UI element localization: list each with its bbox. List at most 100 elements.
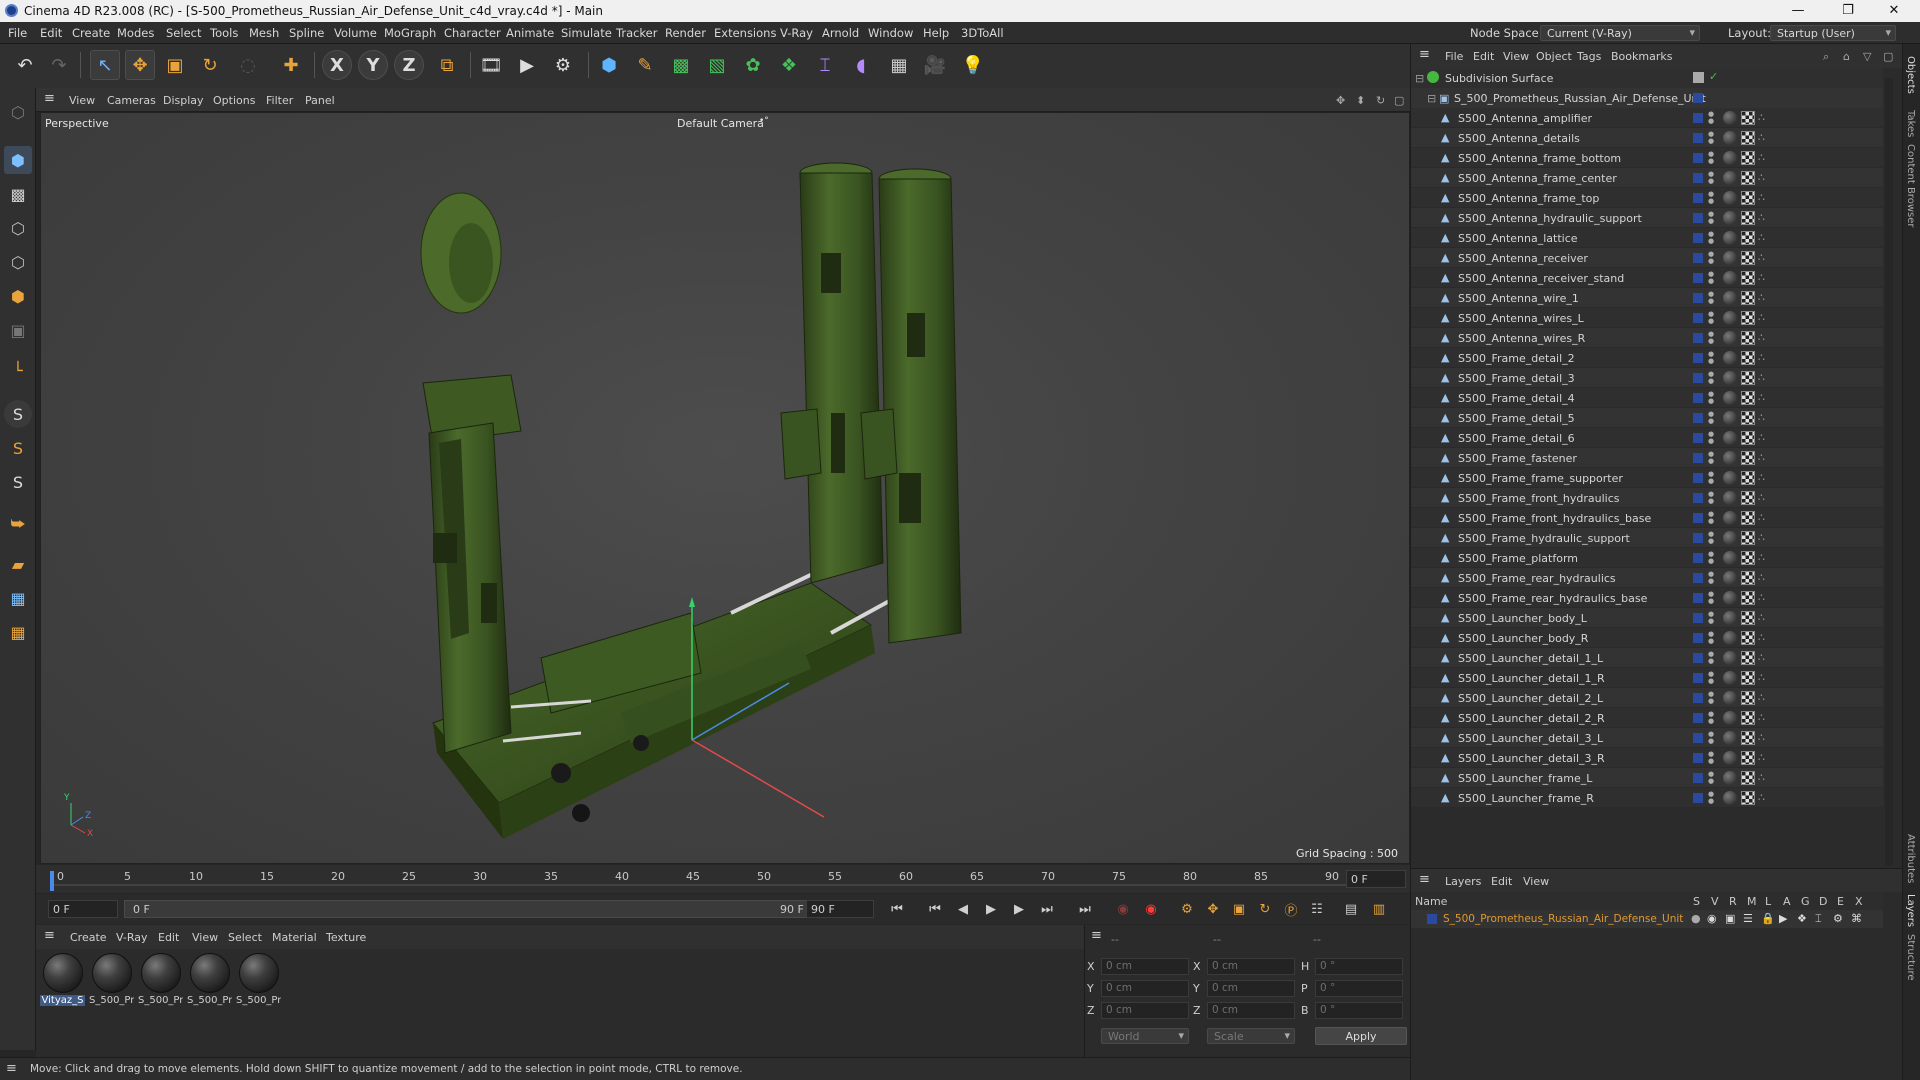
viewport-menu-view[interactable]: View [69, 94, 95, 107]
layer-solo-icon[interactable]: ● [1691, 912, 1701, 925]
vray-tag-icon[interactable]: ∴ [1758, 251, 1770, 265]
object-row[interactable]: ▲ S500_Frame_platform ● ● ∴ [1411, 548, 1883, 568]
uvw-tag-icon[interactable] [1741, 731, 1755, 745]
coord-rot-p-field[interactable]: 0 ° [1315, 980, 1403, 997]
object-row[interactable]: ▲ S500_Frame_fastener ● ● ∴ [1411, 448, 1883, 468]
visibility-dots-icon[interactable]: ● ● [1708, 551, 1714, 565]
vray-tag-icon[interactable]: ∴ [1758, 311, 1770, 325]
visibility-dots-icon[interactable]: ● ● [1708, 611, 1714, 625]
visibility-dots-icon[interactable]: ● ● [1708, 591, 1714, 605]
vray-tag-icon[interactable]: ∴ [1758, 211, 1770, 225]
light-icon[interactable]: 💡 [958, 50, 988, 80]
menu-3dtoall[interactable]: 3DToAll [961, 26, 1004, 40]
material-tag-icon[interactable] [1723, 451, 1737, 465]
camera-icon[interactable]: 🎥 [920, 50, 950, 80]
material-menu-create[interactable]: Create [70, 931, 107, 944]
go-to-start-icon[interactable]: ⏮ [886, 899, 908, 919]
layer-color-swatch[interactable] [1693, 213, 1703, 223]
layer-color-swatch[interactable] [1427, 914, 1437, 924]
menu-window[interactable]: Window [868, 26, 913, 40]
visibility-dots-icon[interactable]: ● ● [1708, 531, 1714, 545]
vray-tag-icon[interactable]: ∴ [1758, 271, 1770, 285]
material-tag-icon[interactable] [1723, 751, 1737, 765]
material-tag-icon[interactable] [1723, 271, 1737, 285]
material-tag-icon[interactable] [1723, 471, 1737, 485]
visibility-dots-icon[interactable]: ● ● [1708, 491, 1714, 505]
visibility-dots-icon[interactable]: ● ● [1708, 451, 1714, 465]
coord-pos-x-field[interactable]: 0 cm [1101, 958, 1189, 975]
end-frame-field[interactable]: 90 F [806, 900, 874, 918]
material-tag-icon[interactable] [1723, 711, 1737, 725]
material-swatch[interactable]: Vityaz_S [40, 953, 85, 1006]
make-editable-icon[interactable]: ⬡ [4, 98, 32, 126]
points-mode-icon[interactable]: ⬡ [4, 214, 32, 242]
redo-icon[interactable]: ↷ [44, 50, 74, 80]
vray-tag-icon[interactable]: ∴ [1758, 731, 1770, 745]
uvw-tag-icon[interactable] [1741, 251, 1755, 265]
material-tag-icon[interactable] [1723, 671, 1737, 685]
vray-tag-icon[interactable]: ∴ [1758, 391, 1770, 405]
maximize-button[interactable]: ❐ [1826, 1, 1870, 21]
y-axis-icon[interactable]: Y [358, 50, 388, 80]
menu-mesh[interactable]: Mesh [249, 26, 279, 40]
layer-color-swatch[interactable] [1693, 713, 1703, 723]
tab-layers[interactable]: Layers [1905, 894, 1916, 927]
node-space-dropdown[interactable]: Current (V-Ray) [1540, 25, 1700, 41]
layer-menu-layers[interactable]: Layers [1445, 875, 1481, 888]
vray-tag-icon[interactable]: ∴ [1758, 451, 1770, 465]
snap-settings-icon[interactable]: S [4, 434, 32, 462]
object-row[interactable]: ▲ S500_Frame_front_hydraulics_base ● ● ∴ [1411, 508, 1883, 528]
scale-icon[interactable]: ▣ [160, 50, 190, 80]
go-to-end-icon[interactable]: ⏭ [1074, 899, 1096, 919]
coord-pos-z-field[interactable]: 0 cm [1101, 1002, 1189, 1019]
vray-tag-icon[interactable]: ∴ [1758, 431, 1770, 445]
menu-character[interactable]: Character [444, 26, 501, 40]
object-row[interactable]: ▲ S500_Antenna_wire_1 ● ● ∴ [1411, 288, 1883, 308]
key-scale-icon[interactable]: ▣ [1228, 899, 1250, 919]
autokey-icon[interactable]: ◉ [1140, 899, 1162, 919]
material-tag-icon[interactable] [1723, 491, 1737, 505]
viewport-menu-panel[interactable]: Panel [305, 94, 335, 107]
uvw-tag-icon[interactable] [1741, 351, 1755, 365]
material-tag-icon[interactable] [1723, 131, 1737, 145]
vray-tag-icon[interactable]: ∴ [1758, 151, 1770, 165]
object-row[interactable]: ▲ S500_Antenna_frame_bottom ● ● ∴ [1411, 148, 1883, 168]
vray-tag-icon[interactable]: ∴ [1758, 571, 1770, 585]
object-row[interactable]: ▲ S500_Launcher_body_L ● ● ∴ [1411, 608, 1883, 628]
uvw-tag-icon[interactable] [1741, 511, 1755, 525]
vray-tag-icon[interactable]: ∴ [1758, 191, 1770, 205]
layer-color-swatch[interactable] [1693, 493, 1703, 503]
render-region-icon[interactable]: 🎞 [476, 50, 506, 80]
snap-workplane-icon[interactable]: S [4, 468, 32, 496]
vray-tag-icon[interactable]: ∴ [1758, 111, 1770, 125]
search-icon[interactable]: ⌕ [1823, 50, 1829, 64]
material-tag-icon[interactable] [1723, 351, 1737, 365]
menu-extensions[interactable]: Extensions [714, 26, 776, 40]
layer-color-swatch[interactable] [1693, 433, 1703, 443]
coord-pos-y-field[interactable]: 0 cm [1101, 980, 1189, 997]
object-row[interactable]: ▲ S500_Frame_rear_hydraulics ● ● ∴ [1411, 568, 1883, 588]
key-position-icon[interactable]: ⚙ [1176, 899, 1198, 919]
workplane-icon[interactable]: ▰ [4, 550, 32, 578]
uvw-tag-icon[interactable] [1741, 131, 1755, 145]
layer-color-swatch[interactable] [1693, 753, 1703, 763]
layer-manager-icon[interactable]: ☰ [1743, 912, 1753, 925]
visibility-dots-icon[interactable]: ● ● [1708, 211, 1714, 225]
object-row[interactable]: ▲ S500_Antenna_receiver ● ● ∴ [1411, 248, 1883, 268]
uvw-tag-icon[interactable] [1741, 371, 1755, 385]
coord-rot-h-field[interactable]: 0 ° [1315, 958, 1403, 975]
visibility-dots-icon[interactable]: ● ● [1708, 771, 1714, 785]
close-button[interactable]: ✕ [1872, 1, 1916, 21]
material-swatch[interactable]: S_500_Pr [187, 953, 232, 1006]
visibility-dots-icon[interactable]: ● ● [1708, 171, 1714, 185]
visibility-dots-icon[interactable]: ● ● [1708, 471, 1714, 485]
render-view-icon[interactable]: ▶ [512, 50, 542, 80]
layer-color-swatch[interactable] [1693, 133, 1703, 143]
start-frame-field[interactable]: 0 F [48, 900, 118, 918]
menu-vray[interactable]: V-Ray [780, 26, 813, 40]
layer-color-swatch[interactable] [1693, 793, 1703, 803]
model-mode-icon[interactable]: ⬢ [4, 146, 32, 174]
material-swatch[interactable]: S_500_Pr [89, 953, 134, 1006]
object-row[interactable]: ▲ S500_Frame_detail_6 ● ● ∴ [1411, 428, 1883, 448]
layer-color-swatch[interactable] [1693, 293, 1703, 303]
